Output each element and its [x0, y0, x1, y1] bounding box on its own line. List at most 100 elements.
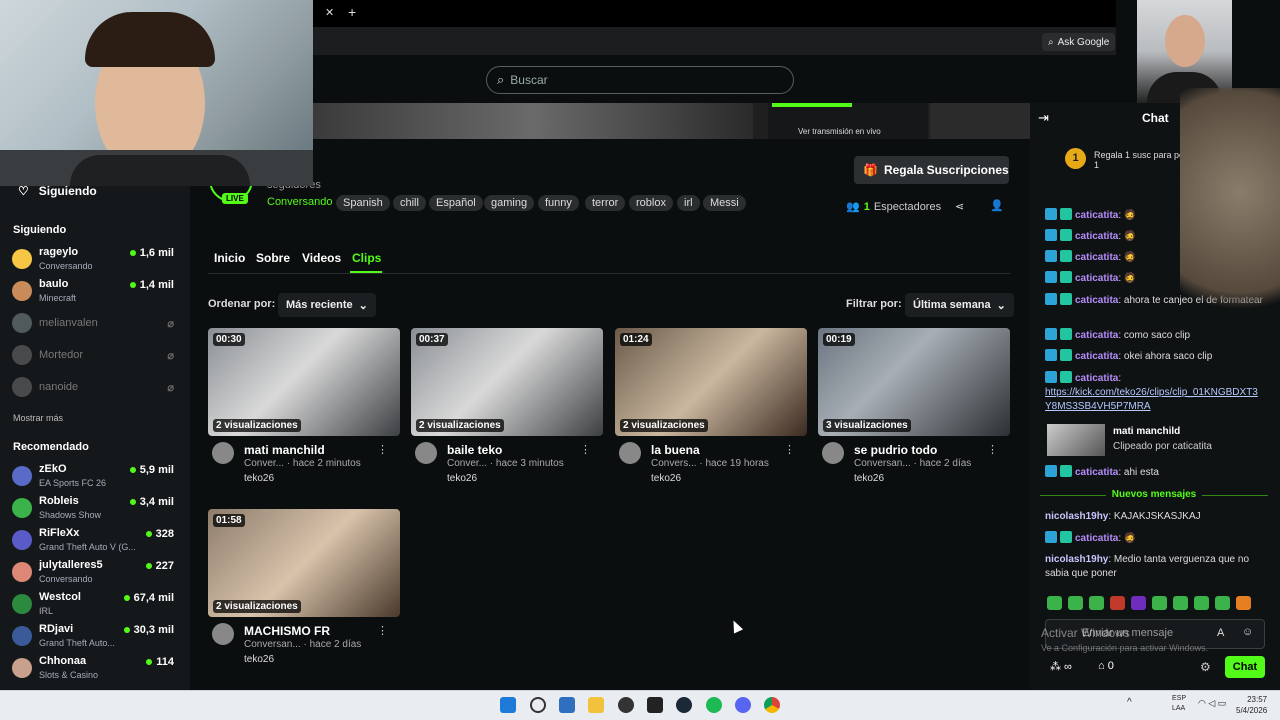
- clip-card[interactable]: 00:30 2 visualizaciones mati manchild Conve…: [208, 328, 400, 488]
- chat-username[interactable]: caticatita: [1075, 295, 1118, 306]
- clip-thumbnail[interactable]: 01:24 2 visualizaciones: [615, 328, 807, 436]
- clip-link[interactable]: https://kick.com/teko26/clips/clip_01KNG…: [1045, 386, 1263, 414]
- clip-title[interactable]: baile teko: [447, 443, 502, 457]
- emote-icon[interactable]: [1089, 596, 1104, 610]
- tag-chip[interactable]: irl: [677, 195, 700, 211]
- sidebar-item[interactable]: Robleis Shadows Show 3,4 mil: [12, 494, 182, 524]
- translate-icon[interactable]: A: [1217, 627, 1224, 639]
- tag-chip[interactable]: Spanish: [336, 195, 390, 211]
- sidebar-item[interactable]: zEkO EA Sports FC 26 5,9 mil: [12, 462, 182, 492]
- tag-chip[interactable]: chill: [393, 195, 426, 211]
- clip-thumbnail[interactable]: 01:58 2 visualizaciones: [208, 509, 400, 617]
- chrome-icon[interactable]: [764, 697, 780, 713]
- emote-icon[interactable]: [1215, 596, 1230, 610]
- chat-username[interactable]: caticatita: [1075, 330, 1118, 341]
- emote-icon[interactable]: [1110, 596, 1125, 610]
- clip-author[interactable]: teko26: [244, 654, 274, 665]
- chat-username[interactable]: caticatita: [1075, 467, 1118, 478]
- chat-username[interactable]: nicolash19hy: [1045, 554, 1108, 565]
- tab-inicio[interactable]: Inicio: [214, 251, 245, 265]
- folder-icon[interactable]: [588, 697, 604, 713]
- windows-start-icon[interactable]: [500, 697, 516, 713]
- stream-category[interactable]: Conversando: [267, 196, 332, 208]
- chat-username[interactable]: caticatita: [1075, 351, 1118, 362]
- epic-games-icon[interactable]: [647, 697, 663, 713]
- share-icon[interactable]: ⋖: [955, 200, 964, 213]
- emoji-icon[interactable]: ☺: [1242, 626, 1253, 638]
- avatar[interactable]: [822, 442, 844, 464]
- clip-card[interactable]: 01:24 2 visualizaciones la buena Convers...…: [615, 328, 807, 488]
- emote-icon[interactable]: [1152, 596, 1167, 610]
- clip-card[interactable]: 01:58 2 visualizaciones MACHISMO FR Convers…: [208, 509, 400, 669]
- filter-dropdown[interactable]: Última semana ⌄: [905, 293, 1014, 317]
- avatar[interactable]: [212, 442, 234, 464]
- clip-card[interactable]: 00:37 2 visualizaciones baile teko Conver..…: [411, 328, 603, 488]
- clip-author[interactable]: teko26: [854, 473, 884, 484]
- tab-clips[interactable]: Clips: [352, 251, 381, 265]
- app-icon[interactable]: [618, 697, 634, 713]
- tray-chevron-icon[interactable]: ^: [1127, 697, 1132, 708]
- avatar[interactable]: [619, 442, 641, 464]
- clip-title[interactable]: la buena: [651, 443, 700, 457]
- tag-chip[interactable]: terror: [585, 195, 626, 211]
- more-options-icon[interactable]: ⋮: [377, 443, 388, 456]
- emote-icon[interactable]: [1173, 596, 1188, 610]
- chat-username[interactable]: caticatita: [1075, 231, 1118, 242]
- sidebar-item[interactable]: nanoide ⌀: [12, 373, 182, 403]
- wifi-icon[interactable]: ◠ ◁ ▭: [1198, 698, 1226, 709]
- emote-icon[interactable]: [1047, 596, 1062, 610]
- clip-title[interactable]: se pudrio todo: [854, 443, 937, 457]
- tab-videos[interactable]: Videos: [302, 251, 341, 265]
- send-chat-button[interactable]: Chat: [1225, 656, 1265, 678]
- clip-title[interactable]: MACHISMO FR: [244, 624, 330, 638]
- sort-dropdown[interactable]: Más reciente ⌄: [278, 293, 376, 317]
- store-taskbar-icon[interactable]: [559, 697, 575, 713]
- lang-layout[interactable]: LAA: [1172, 705, 1185, 712]
- chat-username[interactable]: caticatita: [1075, 533, 1118, 544]
- emote-icon[interactable]: [1194, 596, 1209, 610]
- more-options-icon[interactable]: ⋮: [987, 443, 998, 456]
- sidebar-item[interactable]: Mortedor ⌀: [12, 341, 182, 371]
- watch-live-link[interactable]: Ver transmisión en vivo: [798, 127, 881, 136]
- clip-card[interactable]: 00:19 3 visualizaciones se pudrio todo Conv…: [818, 328, 1010, 488]
- chat-username[interactable]: caticatita: [1075, 373, 1118, 384]
- sidebar-item[interactable]: rageylo Conversando 1,6 mil: [12, 245, 182, 275]
- emote-icon[interactable]: [1236, 596, 1251, 610]
- clip-author[interactable]: teko26: [651, 473, 681, 484]
- tab-sobre[interactable]: Sobre: [256, 251, 290, 265]
- chat-username[interactable]: caticatita: [1075, 252, 1118, 263]
- new-tab-icon[interactable]: +: [348, 4, 356, 20]
- clip-thumbnail[interactable]: 00:30 2 visualizaciones: [208, 328, 400, 436]
- ask-google-button[interactable]: ⌕ Ask Google: [1042, 33, 1116, 51]
- clip-title[interactable]: mati manchild: [244, 443, 325, 457]
- chat-username[interactable]: caticatita: [1075, 210, 1118, 221]
- gear-icon[interactable]: ⚙: [1200, 660, 1211, 674]
- steam-icon[interactable]: [676, 697, 692, 713]
- sidebar-following-top[interactable]: ♡ Siguiendo: [18, 184, 97, 198]
- avatar[interactable]: [415, 442, 437, 464]
- taskbar-clock[interactable]: 23:57 5/4/2026: [1236, 694, 1267, 716]
- tag-chip[interactable]: Español: [429, 195, 483, 211]
- clip-thumbnail[interactable]: 00:37 2 visualizaciones: [411, 328, 603, 436]
- search-input[interactable]: ⌕ Buscar: [486, 66, 794, 94]
- sidebar-item[interactable]: melianvalen ⌀: [12, 309, 182, 339]
- follow-user-icon[interactable]: 👤: [990, 199, 1004, 212]
- show-more-link[interactable]: Mostrar más: [13, 413, 63, 423]
- chat-username[interactable]: nicolash19hy: [1045, 511, 1108, 522]
- close-tab-icon[interactable]: ✕: [325, 6, 334, 19]
- points-icon[interactable]: ⁂ ∞: [1050, 660, 1072, 673]
- tag-chip[interactable]: Messi: [703, 195, 746, 211]
- collapse-chat-icon[interactable]: ⇥: [1038, 110, 1049, 126]
- sidebar-item[interactable]: Westcol IRL 67,4 mil: [12, 590, 182, 620]
- more-options-icon[interactable]: ⋮: [580, 443, 591, 456]
- chat-username[interactable]: caticatita: [1075, 273, 1118, 284]
- gift-subs-button[interactable]: 🎁 Regala Suscripciones: [854, 156, 1009, 184]
- sidebar-item[interactable]: RDjavi Grand Theft Auto... 30,3 mil: [12, 622, 182, 652]
- tag-chip[interactable]: funny: [538, 195, 579, 211]
- sidebar-item[interactable]: baulo Minecraft 1,4 mil: [12, 277, 182, 307]
- emote-icon[interactable]: [1131, 596, 1146, 610]
- sidebar-item[interactable]: julytalleres5 Conversando 227: [12, 558, 182, 588]
- search-taskbar-icon[interactable]: [530, 697, 546, 713]
- clip-thumbnail[interactable]: 00:19 3 visualizaciones: [818, 328, 1010, 436]
- more-options-icon[interactable]: ⋮: [784, 443, 795, 456]
